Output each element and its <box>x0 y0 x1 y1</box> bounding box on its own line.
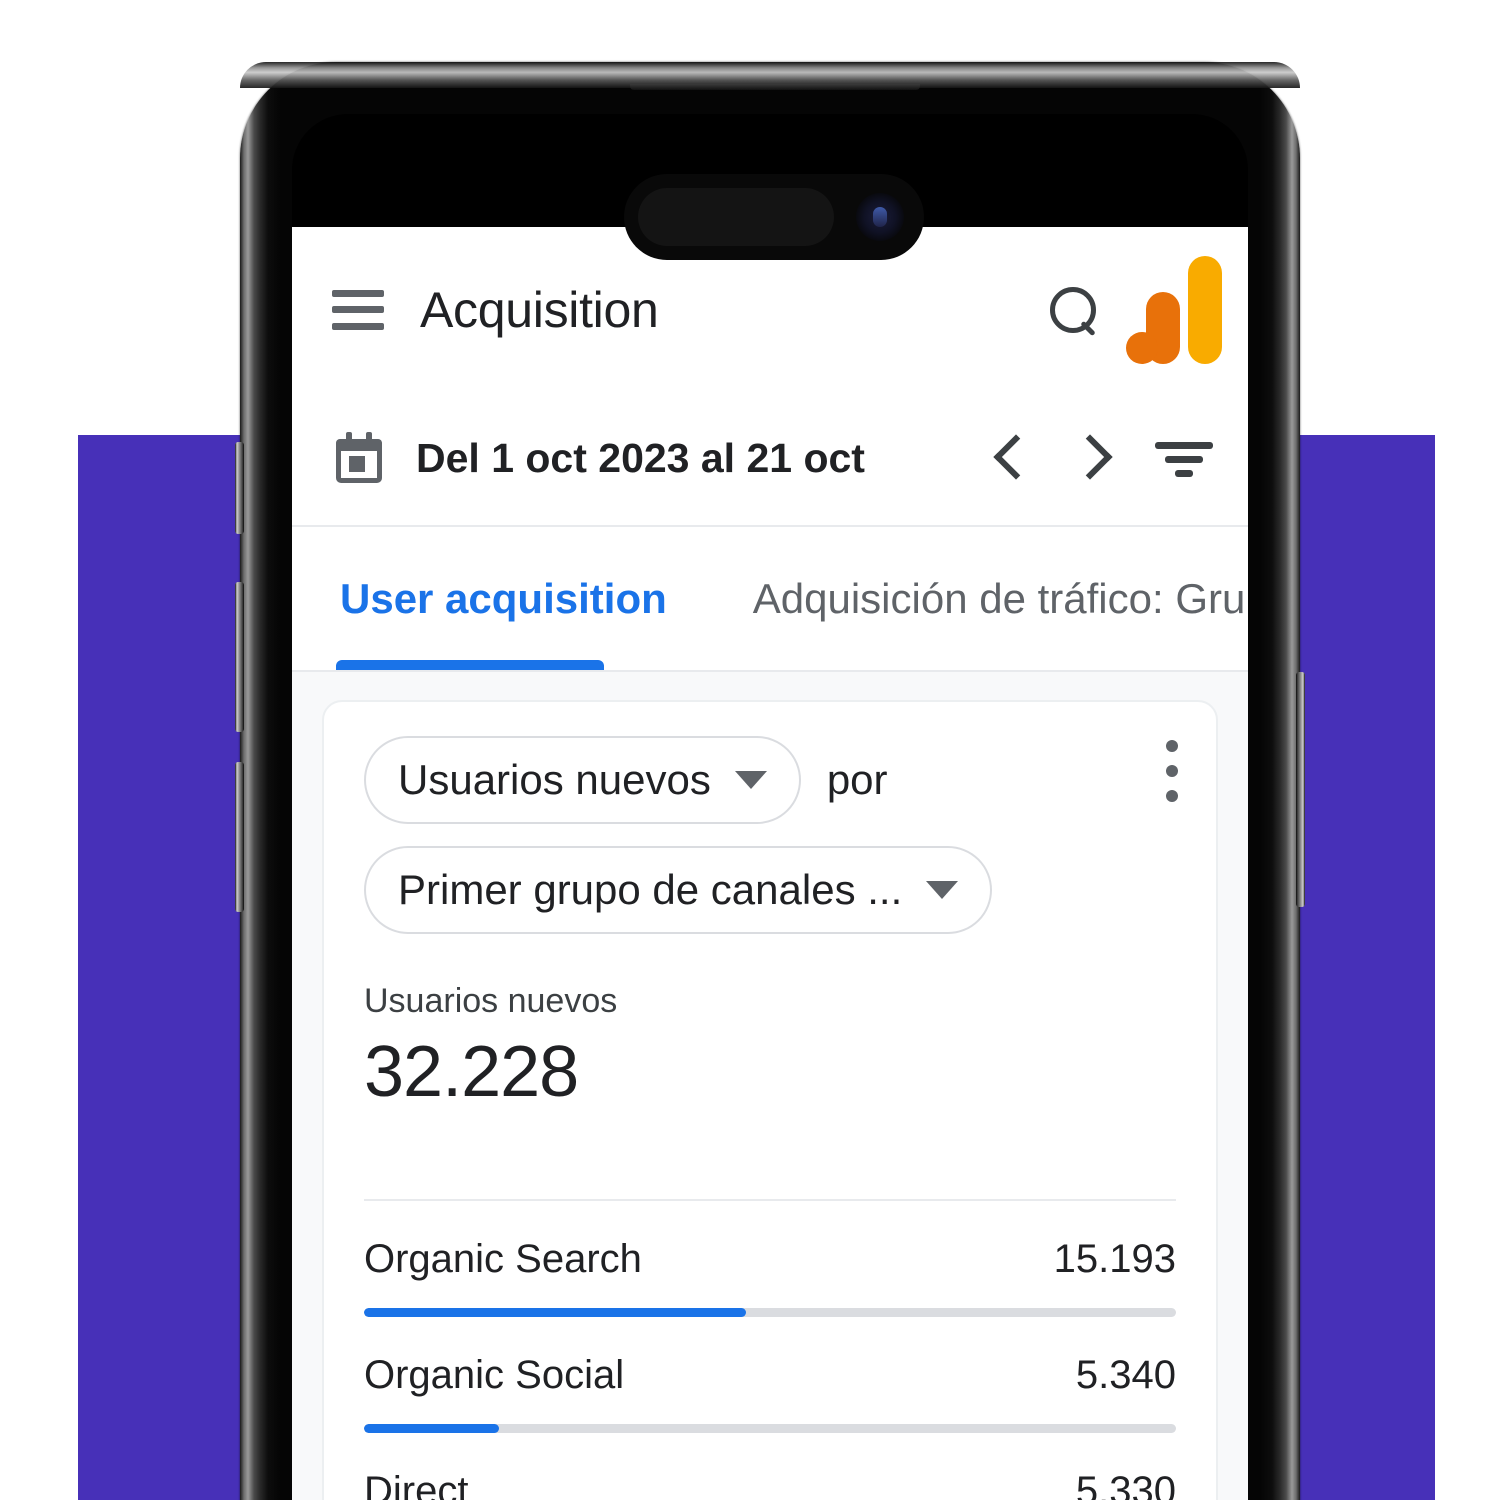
search-icon[interactable] <box>1044 282 1100 338</box>
logo-dot <box>1126 331 1158 364</box>
calendar-icon[interactable] <box>332 431 386 486</box>
row-label: Organic Social <box>364 1353 625 1397</box>
dimension-selector[interactable]: Primer grupo de canales ... <box>364 846 993 934</box>
row-label: Organic Search <box>364 1237 642 1281</box>
table-row[interactable]: Organic Social 5.340 <box>364 1317 1176 1433</box>
phone-screen: Acquisition Del 1 oct 2023 al 21 oct Use… <box>292 114 1248 1500</box>
row-header: Organic Search 15.193 <box>364 1237 1176 1282</box>
chevron-right-icon[interactable] <box>1074 433 1108 485</box>
dimension-selector-label: Primer grupo de canales ... <box>398 866 903 913</box>
summary-metric-label: Usuarios nuevos <box>364 982 618 1020</box>
tab-bar: User acquisition Adquisición de tráfico:… <box>292 527 1248 672</box>
metric-selector-row: Usuarios nuevos por <box>364 736 1176 824</box>
page-title: Acquisition <box>420 281 659 338</box>
tab-traffic-acquisition[interactable]: Adquisición de tráfico: Grupo de <box>749 527 1248 670</box>
metric-selector[interactable]: Usuarios nuevos <box>364 736 801 824</box>
by-label: por <box>826 756 888 803</box>
chevron-down-icon <box>926 881 959 899</box>
date-range-bar: Del 1 oct 2023 al 21 oct <box>292 392 1248 527</box>
volume-up-button[interactable] <box>235 582 244 732</box>
table-row[interactable]: Direct 5.330 <box>364 1433 1176 1500</box>
page-content: Usuarios nuevos por Primer grupo de cana… <box>292 672 1248 1500</box>
app-bar-actions <box>1044 255 1248 364</box>
screenshot-stage: Acquisition Del 1 oct 2023 al 21 oct Use… <box>0 0 1500 1500</box>
volume-down-button[interactable] <box>235 762 244 912</box>
tab-active-indicator <box>336 660 604 670</box>
summary-metric-value: 32.228 <box>364 1032 579 1112</box>
date-range-label[interactable]: Del 1 oct 2023 al 21 oct <box>416 435 865 482</box>
row-header: Organic Social 5.340 <box>364 1353 1176 1398</box>
dimension-selector-row: Primer grupo de canales ... <box>364 846 1176 934</box>
date-range-actions <box>994 433 1214 485</box>
row-bar-track <box>364 1424 1176 1433</box>
power-button[interactable] <box>1296 672 1305 907</box>
chevron-left-icon[interactable] <box>994 433 1028 485</box>
filter-icon[interactable] <box>1154 436 1214 482</box>
row-label: Direct <box>364 1469 469 1500</box>
row-bar-fill <box>364 1424 499 1433</box>
hamburger-menu-icon[interactable] <box>332 289 384 330</box>
row-value: 15.193 <box>1053 1237 1176 1281</box>
phone-device-mockup: Acquisition Del 1 oct 2023 al 21 oct Use… <box>235 62 1305 1500</box>
phone-antenna-line <box>630 84 920 90</box>
row-value: 5.330 <box>1075 1469 1176 1500</box>
row-header: Direct 5.330 <box>364 1469 1176 1500</box>
app-viewport: Acquisition Del 1 oct 2023 al 21 oct Use… <box>292 227 1248 1500</box>
chevron-down-icon <box>734 771 767 789</box>
table-row[interactable]: Organic Search 15.193 <box>364 1201 1176 1317</box>
tab-user-acquisition[interactable]: User acquisition <box>336 527 671 670</box>
silent-switch-button[interactable] <box>235 442 244 534</box>
speaker-pill <box>638 188 834 246</box>
metric-selector-label: Usuarios nuevos <box>398 756 711 803</box>
google-analytics-logo <box>1126 255 1222 364</box>
row-bar-fill <box>364 1308 747 1317</box>
row-bar-track <box>364 1308 1176 1317</box>
front-camera-icon <box>856 193 904 241</box>
more-vertical-icon[interactable] <box>1166 740 1178 802</box>
row-value: 5.340 <box>1075 1353 1176 1397</box>
dynamic-island <box>624 174 924 260</box>
acquisition-card: Usuarios nuevos por Primer grupo de cana… <box>322 700 1218 1500</box>
logo-bar-tall <box>1188 255 1222 364</box>
